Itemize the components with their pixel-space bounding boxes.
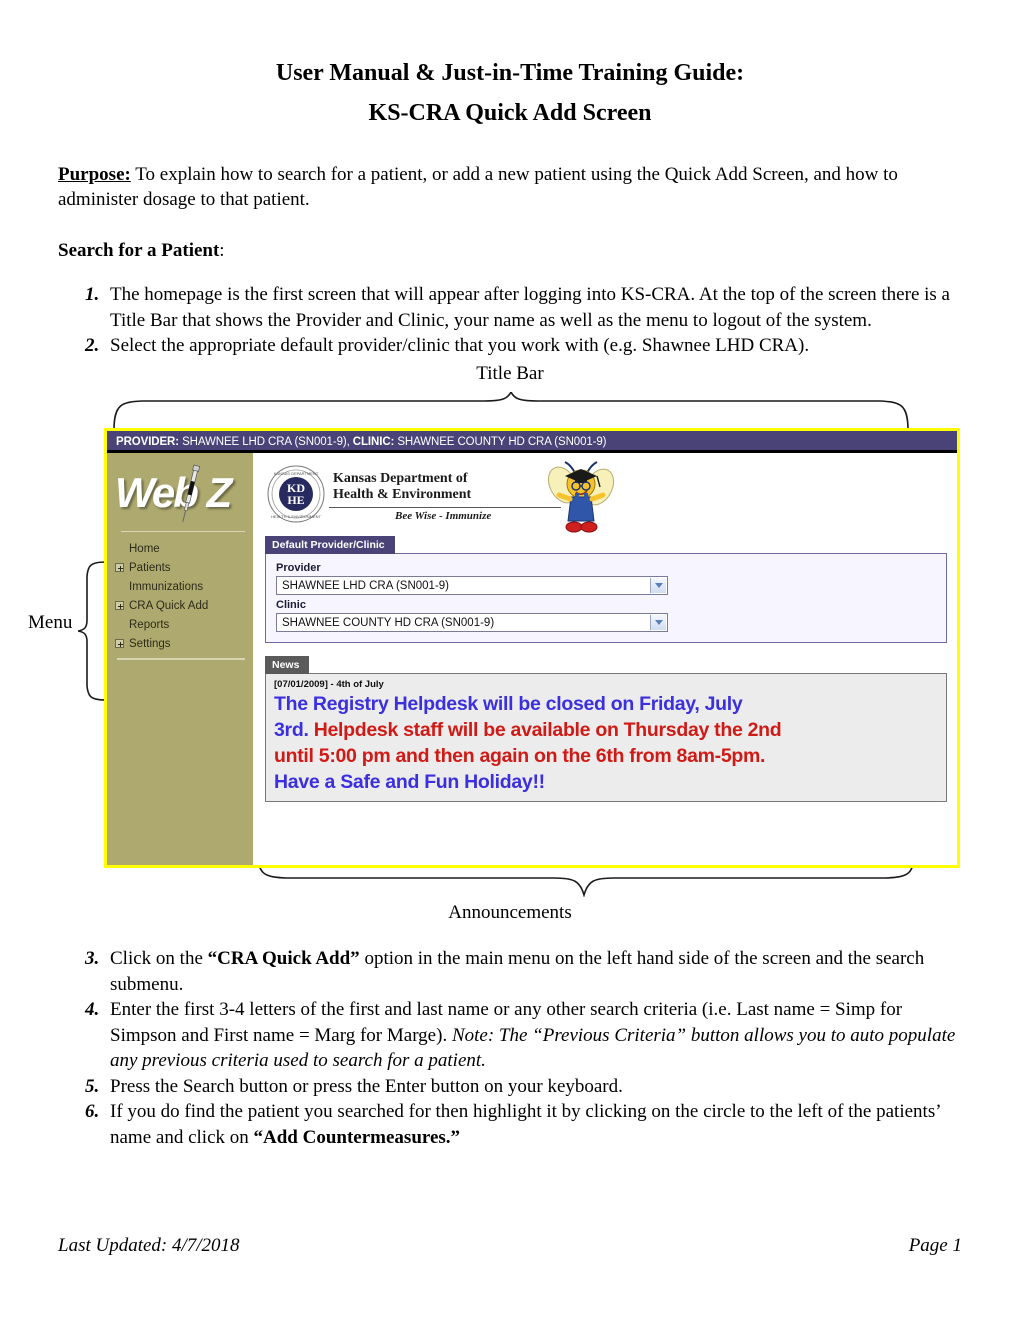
steps-list-bottom: Click on the “CRA Quick Add” option in t… [58, 946, 962, 1150]
document-body-lower: Click on the “CRA Quick Add” option in t… [0, 946, 1020, 1150]
sidebar-item-label: Patients [129, 561, 171, 574]
provider-value: SHAWNEE LHD CRA (SN001-9), [179, 436, 353, 448]
step-6-pre: If you do find the patient you searched … [110, 1101, 941, 1148]
step-3-bold: “CRA Quick Add” [207, 948, 360, 969]
purpose-paragraph: Purpose: To explain how to search for a … [58, 162, 962, 212]
app-main-pane: KD HE KANSAS DEPARTMENT HEALTH & ENVIRON… [253, 453, 957, 865]
panel-body-default-provider-clinic: Provider SHAWNEE LHD CRA (SN001-9) Clini… [265, 553, 947, 643]
bee-mascot-icon [547, 461, 615, 533]
panel-tab-news[interactable]: News [265, 656, 310, 674]
plus-expand-icon[interactable] [115, 639, 124, 648]
app-title-bar: PROVIDER: SHAWNEE LHD CRA (SN001-9), CLI… [107, 431, 957, 453]
svg-text:KANSAS DEPARTMENT: KANSAS DEPARTMENT [274, 471, 319, 476]
document-page: User Manual & Just-in-Time Training Guid… [0, 0, 1020, 1320]
callout-label-announcements: Announcements [448, 902, 572, 923]
sidebar-item-label: Immunizations [129, 580, 204, 593]
default-provider-clinic-panel: Default Provider/Clinic Provider SHAWNEE… [265, 535, 947, 643]
kdhe-line1: Kansas Department of [333, 471, 468, 486]
page-title-line1: User Manual & Just-in-Time Training Guid… [275, 60, 745, 86]
sidebar-item-patients[interactable]: Patients [107, 558, 253, 577]
page-footer: Last Updated: 4/7/2018 Page 1 [58, 1235, 962, 1257]
news-announcement-text: The Registry Helpdesk will be closed on … [274, 691, 938, 795]
news-line3: until 5:00 pm and then again on the 6th … [274, 745, 766, 767]
news-panel: News [07/01/2009] - 4th of July The Regi… [265, 655, 947, 802]
webiz-logo-post: Z [206, 469, 233, 516]
page-title-line2: KS-CRA Quick Add Screen [368, 100, 652, 126]
chevron-down-icon[interactable] [650, 615, 666, 630]
panel-tab-default-provider-clinic[interactable]: Default Provider/Clinic [265, 536, 395, 554]
provider-label: PROVIDER: [116, 436, 179, 448]
sidebar-item-label: Reports [129, 618, 170, 631]
svg-text:HEALTH & ENVIRONMENT: HEALTH & ENVIRONMENT [271, 514, 321, 519]
section-heading-search: Search for a Patient: [58, 238, 962, 263]
clinic-label: CLINIC: [352, 436, 395, 448]
section-heading-colon: : [219, 240, 225, 261]
sidebar-item-cra-quick-add[interactable]: CRA Quick Add [107, 596, 253, 615]
step-1-text: The homepage is the first screen that wi… [110, 284, 950, 331]
list-item: The homepage is the first screen that wi… [104, 282, 962, 333]
app-body: WebIZ Home [107, 453, 957, 865]
provider-field-label: Provider [276, 562, 321, 574]
callout-label-title-bar: Title Bar [476, 363, 544, 384]
sidebar-item-label: Settings [129, 637, 171, 650]
app-screenshot: PROVIDER: SHAWNEE LHD CRA (SN001-9), CLI… [104, 428, 960, 868]
kdhe-divider [329, 507, 561, 508]
kdhe-logo: KD HE KANSAS DEPARTMENT HEALTH & ENVIRON… [265, 457, 947, 533]
sidebar-item-settings[interactable]: Settings [107, 634, 253, 653]
plus-expand-icon[interactable] [115, 563, 124, 572]
sidebar-bottom-divider [117, 658, 245, 660]
webiz-logo-text: WebIZ [115, 469, 233, 517]
footer-page-number: Page 1 [908, 1235, 962, 1256]
list-item: Select the appropriate default provider/… [104, 333, 962, 359]
step-3-pre: Click on the [110, 948, 208, 969]
kdhe-tagline: Bee Wise - Immunize [395, 510, 492, 522]
clinic-value: SHAWNEE COUNTY HD CRA (SN001-9) [394, 436, 607, 448]
step-5-text: Press the Search button or press the Ent… [110, 1075, 623, 1097]
kdhe-line2: Health & Environment [333, 487, 472, 502]
app-main-menu: Home Patients Immunizations CRA Quick Ad… [107, 532, 253, 653]
sidebar-item-home[interactable]: Home [107, 539, 253, 558]
list-item: Enter the first 3-4 letters of the first… [104, 997, 962, 1074]
purpose-label: Purpose: [58, 164, 131, 185]
svg-text:HE: HE [287, 493, 304, 507]
news-line1: The Registry Helpdesk will be closed on … [274, 693, 743, 715]
news-line2-blue: 3rd. [274, 719, 309, 741]
sidebar-item-label: Home [129, 542, 160, 555]
plus-expand-icon[interactable] [115, 601, 124, 610]
document-body: Purpose: To explain how to search for a … [0, 162, 1020, 359]
list-item: Click on the “CRA Quick Add” option in t… [104, 946, 962, 997]
clinic-select[interactable]: SHAWNEE COUNTY HD CRA (SN001-9) [276, 613, 668, 632]
panel-body-news: [07/01/2009] - 4th of July The Registry … [265, 673, 947, 802]
footer-last-updated: Last Updated: 4/7/2018 [58, 1235, 240, 1256]
news-line4: Have a Safe and Fun Holiday!! [274, 771, 545, 793]
step-6-bold: “Add Countermeasures.” [253, 1126, 461, 1148]
callout-label-menu: Menu [28, 612, 73, 633]
app-sidebar: WebIZ Home [107, 453, 253, 865]
webiz-logo: WebIZ [107, 453, 253, 531]
sidebar-item-label: CRA Quick Add [129, 599, 209, 612]
news-date-line: [07/01/2009] - 4th of July [274, 679, 384, 690]
list-item: If you do find the patient you searched … [104, 1099, 962, 1150]
news-line2-red: Helpdesk staff will be available on Thur… [313, 719, 782, 741]
chevron-down-icon[interactable] [650, 578, 666, 593]
clinic-select-value: SHAWNEE COUNTY HD CRA (SN001-9) [282, 616, 495, 629]
kdhe-seal-icon: KD HE KANSAS DEPARTMENT HEALTH & ENVIRON… [267, 465, 325, 523]
sidebar-item-immunizations[interactable]: Immunizations [107, 577, 253, 596]
sidebar-item-reports[interactable]: Reports [107, 615, 253, 634]
clinic-field-label: Clinic [276, 599, 306, 611]
purpose-text: To explain how to search for a patient, … [58, 164, 898, 210]
kdhe-title: Kansas Department of Health & Environmen… [333, 471, 471, 503]
step-2-text: Select the appropriate default provider/… [110, 335, 810, 356]
steps-list-top: The homepage is the first screen that wi… [58, 282, 962, 359]
section-heading-text: Search for a Patient [58, 240, 220, 261]
provider-select[interactable]: SHAWNEE LHD CRA (SN001-9) [276, 576, 668, 595]
brace-top-icon [113, 392, 909, 430]
provider-select-value: SHAWNEE LHD CRA (SN001-9) [282, 579, 450, 592]
list-item: Press the Search button or press the Ent… [104, 1074, 962, 1100]
